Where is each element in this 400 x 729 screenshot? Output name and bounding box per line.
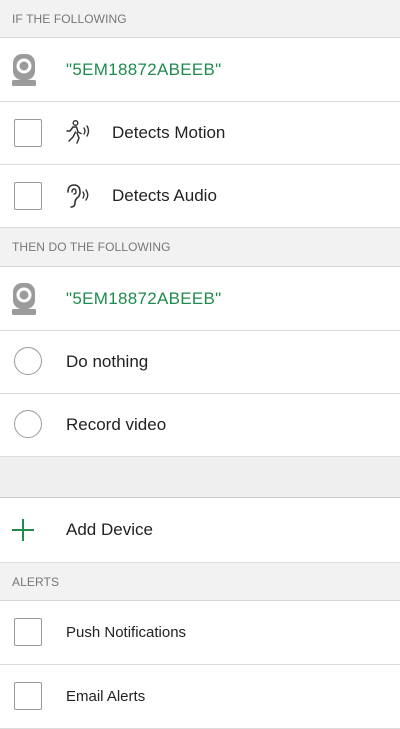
record-video-label: Record video (66, 415, 167, 434)
push-notifications-label: Push Notifications (66, 624, 187, 641)
add-device-row[interactable]: Add Device (0, 498, 400, 563)
do-nothing-radio[interactable] (14, 347, 42, 375)
if-section-header-label: IF THE FOLLOWING (12, 11, 127, 26)
camera-device-icon (12, 283, 36, 315)
action-row-record-video[interactable]: Record video (0, 394, 400, 457)
push-notifications-checkbox[interactable] (14, 618, 42, 646)
motion-icon (66, 120, 90, 144)
then-device-row[interactable]: "5EM18872ABEEB" (0, 267, 400, 331)
trigger-row-audio[interactable]: Detects Audio (0, 165, 400, 228)
do-nothing-label: Do nothing (66, 352, 149, 371)
audio-icon (67, 184, 89, 208)
audio-label: Detects Audio (112, 186, 217, 205)
if-section-header: IF THE FOLLOWING (0, 0, 400, 38)
record-video-radio[interactable] (14, 410, 42, 438)
email-alerts-checkbox[interactable] (14, 682, 42, 710)
alert-row-push[interactable]: Push Notifications (0, 601, 400, 665)
alerts-section-header: ALERTS (0, 563, 400, 601)
plus-icon (12, 519, 34, 541)
motion-checkbox[interactable] (14, 119, 42, 147)
if-device-name: "5EM18872ABEEB" (66, 60, 222, 79)
then-section-header-label: THEN DO THE FOLLOWING (12, 240, 171, 254)
if-device-row[interactable]: "5EM18872ABEEB" (0, 38, 400, 102)
then-device-name: "5EM18872ABEEB" (66, 289, 222, 308)
audio-checkbox[interactable] (14, 182, 42, 210)
section-spacer (0, 457, 400, 498)
alerts-section-header-label: ALERTS (12, 574, 60, 589)
then-section-header: THEN DO THE FOLLOWING (0, 228, 400, 267)
action-row-do-nothing[interactable]: Do nothing (0, 331, 400, 394)
alert-row-email[interactable]: Email Alerts (0, 665, 400, 729)
email-alerts-label: Email Alerts (66, 688, 146, 705)
trigger-row-motion[interactable]: Detects Motion (0, 102, 400, 165)
add-device-label: Add Device (66, 520, 153, 539)
camera-device-icon (12, 54, 36, 86)
motion-label: Detects Motion (112, 123, 226, 142)
